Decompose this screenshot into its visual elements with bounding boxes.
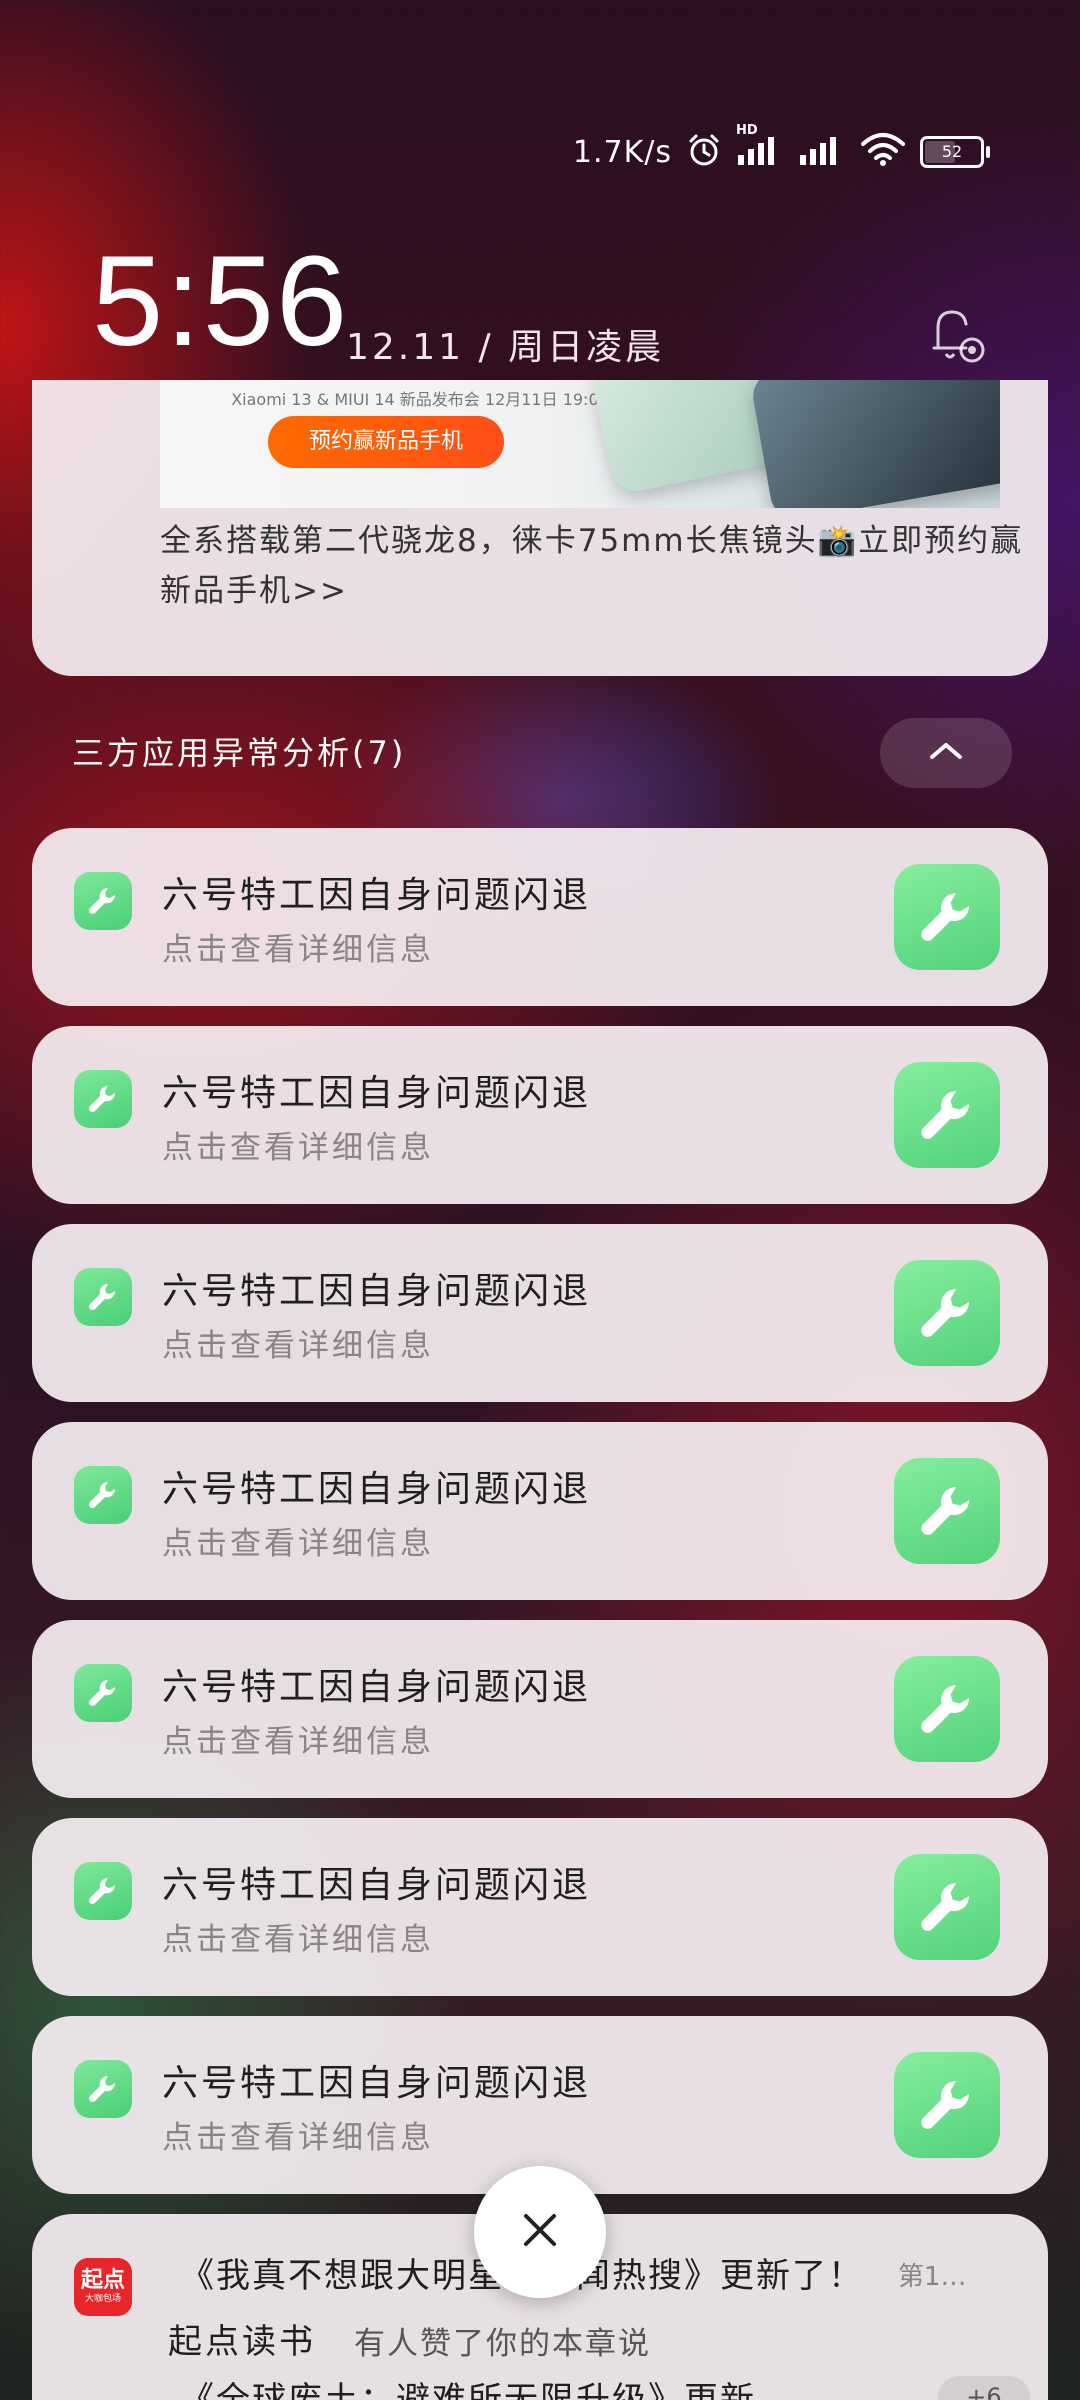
battery-icon: 52 xyxy=(920,136,990,168)
lock-clock: 5:56 xyxy=(92,230,350,373)
wrench-icon xyxy=(894,864,1000,970)
wrench-icon xyxy=(74,2060,132,2118)
lock-date: 12.11 / 周日凌晨 xyxy=(346,327,665,368)
qidian-app-icon: 起点 大咖包场 xyxy=(74,2258,132,2316)
wrench-icon xyxy=(74,1070,132,1128)
wrench-icon xyxy=(74,872,132,930)
wrench-icon xyxy=(894,1854,1000,1960)
battery-level: 52 xyxy=(941,142,963,161)
notification-title: 六号特工因自身问题闪退 xyxy=(162,2063,592,2104)
wrench-icon xyxy=(894,1656,1000,1762)
alarm-clock-icon xyxy=(686,132,722,172)
collapse-group-button[interactable] xyxy=(880,718,1012,788)
notification-group-title: 三方应用异常分析(7) xyxy=(72,734,407,772)
hd-label: HD xyxy=(736,123,758,138)
wrench-icon xyxy=(74,1664,132,1722)
wifi-icon xyxy=(860,132,906,172)
network-speed: 1.7K/s xyxy=(572,134,672,170)
crash-notification-card[interactable]: 六号特工因自身问题闪退点击查看详细信息 xyxy=(32,1026,1048,1204)
close-icon xyxy=(518,2208,562,2256)
wrench-icon xyxy=(894,1458,1000,1564)
book-update-title-2: 《全球废土：避难所无限升级》更新… xyxy=(180,2380,792,2400)
wrench-icon xyxy=(74,1466,132,1524)
crash-notification-card[interactable]: 六号特工因自身问题闪退点击查看详细信息 xyxy=(32,1422,1048,1600)
crash-notification-card[interactable]: 六号特工因自身问题闪退点击查看详细信息 xyxy=(32,1818,1048,1996)
status-bar: 1.7K/s HD 52 xyxy=(572,123,990,176)
notification-subtitle: 点击查看详细信息 xyxy=(162,1922,434,1958)
notification-subtitle: 点击查看详细信息 xyxy=(162,932,434,968)
notification-subtitle: 点击查看详细信息 xyxy=(162,1130,434,1166)
notification-subtitle: 点击查看详细信息 xyxy=(162,2120,434,2156)
wrench-icon xyxy=(894,2052,1000,2158)
notification-subtitle: 点击查看详细信息 xyxy=(162,1724,434,1760)
notification-title: 六号特工因自身问题闪退 xyxy=(162,1271,592,1312)
app-name: 起点读书 xyxy=(168,2322,316,2362)
clear-all-button[interactable] xyxy=(474,2166,606,2298)
crash-notification-card[interactable]: 六号特工因自身问题闪退点击查看详细信息 xyxy=(32,828,1048,1006)
notification-title: 六号特工因自身问题闪退 xyxy=(162,1469,592,1510)
qidian-icon-subtext: 大咖包场 xyxy=(84,2294,121,2304)
wrench-icon xyxy=(74,1268,132,1326)
notification-description: 有人赞了你的本章说 xyxy=(354,2326,651,2362)
more-count-badge[interactable]: +6 xyxy=(938,2376,1030,2400)
wrench-icon xyxy=(74,1862,132,1920)
crash-notification-card[interactable]: 六号特工因自身问题闪退点击查看详细信息 xyxy=(32,1620,1048,1798)
notification-title: 六号特工因自身问题闪退 xyxy=(162,1667,592,1708)
notification-title: 六号特工因自身问题闪退 xyxy=(162,875,592,916)
notification-subtitle: 点击查看详细信息 xyxy=(162,1328,434,1364)
wrench-icon xyxy=(894,1062,1000,1168)
promo-banner-image: Xiaomi 13 & MIUI 14 新品发布会 12月11日 19:00 预… xyxy=(160,380,1000,508)
hd-signal-icon: HD xyxy=(736,123,784,171)
notification-title: 六号特工因自身问题闪退 xyxy=(162,1073,592,1114)
qidian-icon-text: 起点 xyxy=(80,2268,125,2293)
chapter-label: 第1… xyxy=(898,2262,967,2292)
promo-notification-card[interactable]: Xiaomi 13 & MIUI 14 新品发布会 12月11日 19:00 预… xyxy=(32,380,1048,676)
reserve-button[interactable]: 预约赢新品手机 xyxy=(268,416,504,468)
notification-subtitle: 点击查看详细信息 xyxy=(162,1526,434,1562)
signal-icon xyxy=(798,133,846,171)
wrench-icon xyxy=(894,1260,1000,1366)
notification-settings-icon[interactable] xyxy=(920,300,992,372)
notification-title: 六号特工因自身问题闪退 xyxy=(162,1865,592,1906)
crash-notification-card[interactable]: 六号特工因自身问题闪退点击查看详细信息 xyxy=(32,1224,1048,1402)
phone-image xyxy=(749,380,1000,508)
chevron-up-icon xyxy=(926,739,966,767)
promo-text: 全系搭载第二代骁龙8，徕卡75mm长焦镜头📸立即预约赢新品手机>> xyxy=(160,523,1024,609)
